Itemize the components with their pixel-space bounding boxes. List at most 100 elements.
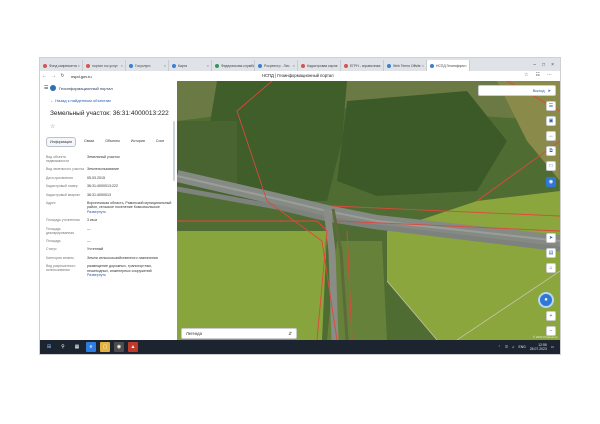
ruler-icon[interactable]: ↔ <box>546 131 556 141</box>
share-icon[interactable]: ⧉ <box>546 146 556 156</box>
task-view-icon[interactable]: ▦ <box>72 342 82 352</box>
notifications-icon[interactable]: ▭ <box>551 345 554 349</box>
chat-button[interactable]: ● <box>538 292 554 308</box>
close-tab-icon[interactable]: × <box>207 63 209 68</box>
search-icon[interactable]: ⚲ <box>58 342 68 352</box>
menu-icon[interactable]: ☰ <box>44 85 48 91</box>
chrome-icon[interactable]: ◉ <box>114 342 124 352</box>
satellite-map[interactable] <box>177 81 560 340</box>
property-label: Адрес <box>46 201 56 206</box>
home-icon[interactable]: ⌂ <box>546 263 556 273</box>
property-value-text: 36:31:4000013:222 <box>87 184 118 189</box>
minimize-icon[interactable]: – <box>533 62 536 68</box>
property-value: — <box>87 239 91 243</box>
browser-tab-label: ЕГРН - справочная <box>350 63 381 68</box>
layers-icon[interactable]: ☰ <box>546 101 556 111</box>
extensions-icon[interactable]: ☷ <box>536 72 540 78</box>
browser-tab[interactable]: Карта × <box>169 60 212 71</box>
locate-arrow-icon[interactable]: ➤ <box>546 233 556 243</box>
volume-icon[interactable]: ♫ <box>512 345 515 349</box>
object-tab[interactable]: История <box>128 137 148 147</box>
car-icon[interactable]: □ <box>546 161 556 171</box>
browser-tab[interactable]: ЕГРН - справочная × <box>341 60 384 71</box>
windows-start-icon[interactable]: ⊞ <box>44 342 54 352</box>
chevron-updown-icon: ⇵ <box>288 330 292 336</box>
property-label: Вид объекта недвижимости <box>46 155 69 164</box>
clock[interactable]: 12:55 28.07.2023 <box>530 343 547 351</box>
favorites-icon[interactable]: ☆ <box>524 72 528 78</box>
close-tab-icon[interactable]: × <box>250 63 252 68</box>
close-icon[interactable]: × <box>551 62 554 68</box>
print-icon[interactable]: ▣ <box>546 116 556 126</box>
browser-tab[interactable]: НСПД Геоинформ × <box>427 60 470 71</box>
property-value: размещение дорожных, транспортных, пешех… <box>87 264 174 277</box>
exit-icon: ➤ <box>547 88 551 93</box>
legend-dropdown[interactable]: Легенда ⇵ <box>181 328 297 339</box>
close-tab-icon[interactable]: × <box>465 63 467 68</box>
browser-tab[interactable]: Кадастровая карта × <box>298 60 341 71</box>
favorite-star-icon[interactable]: ☆ <box>50 123 55 130</box>
browser-tab[interactable]: Росреестр - Лич × <box>255 60 298 71</box>
map-layers-icon[interactable]: ▤ <box>546 248 556 258</box>
property-value-text: Земельный участок <box>87 155 120 159</box>
close-tab-icon[interactable]: × <box>422 63 424 68</box>
window-controls: – □ × <box>533 58 560 71</box>
menu-dots-icon[interactable]: ⋯ <box>547 72 552 78</box>
property-label: Площадь декларированная <box>46 226 74 235</box>
expand-link[interactable]: Развернуть <box>87 210 106 214</box>
url-field[interactable]: nspd.gov.ru <box>71 74 92 79</box>
browser-tab-label: Росреестр - Лич <box>264 63 290 68</box>
panel-scrollbar[interactable] <box>173 121 175 181</box>
browser-tab-label: Госуслуги <box>135 63 151 68</box>
object-tab[interactable]: Связи <box>81 137 97 147</box>
object-tab[interactable]: Информация <box>46 137 77 147</box>
portal-brand[interactable]: Геоинформационный портал <box>50 85 113 91</box>
app-icon[interactable]: ▲ <box>128 342 138 352</box>
zoom-in-icon[interactable]: + <box>546 311 556 321</box>
property-label: Статус <box>46 247 57 252</box>
property-value-text: 36:31:4000013 <box>87 192 111 197</box>
tray-arrow-icon[interactable]: ⌃ <box>498 345 501 349</box>
map-view[interactable]: Выход ➤ ☰ ▣ ↔ ⧉ □ ◉ ➤ ▤ ⌂ ● + − Легенда … <box>177 81 560 340</box>
close-tab-icon[interactable]: × <box>78 63 80 68</box>
exit-button[interactable]: Выход ➤ <box>478 85 556 96</box>
browser-tab[interactable]: Web Terms Offsite × <box>384 60 427 71</box>
object-tab[interactable]: Объекты <box>102 137 123 147</box>
tab-favicon-icon <box>215 63 219 68</box>
object-tabs: Информация Связи Объекты История Сосе <box>46 137 176 147</box>
property-value-text: 05.03.2015 <box>87 175 105 180</box>
property-row: Площадь декларированная — <box>46 227 174 235</box>
property-value: Земельный участок <box>87 155 120 163</box>
forward-arrow-icon[interactable]: → <box>49 73 58 79</box>
exit-label: Выход <box>532 88 545 93</box>
info-icon[interactable]: ◉ <box>546 177 556 187</box>
browser-tab[interactable]: Федеральная служба × <box>212 60 255 71</box>
file-explorer-icon[interactable]: ▢ <box>100 342 110 352</box>
property-row: Кадастровый номер 36:31:4000013:222 <box>46 184 174 188</box>
reload-icon[interactable]: ↻ <box>58 73 67 79</box>
close-tab-icon[interactable]: × <box>164 63 166 68</box>
object-tab[interactable]: Сосе <box>153 137 167 147</box>
expand-link[interactable]: Развернуть <box>87 273 106 277</box>
browser-tab[interactable]: Фонд капремонта × <box>40 60 83 71</box>
browser-tab[interactable]: Госуслуги × <box>126 60 169 71</box>
portal-logo-icon <box>50 85 56 91</box>
property-value: Воронежская область, Рамонский муниципал… <box>87 201 174 214</box>
browser-tab[interactable]: портал гос.услуг × <box>83 60 126 71</box>
object-info-panel: ☰ Геоинформационный портал ← Назад к най… <box>40 81 178 340</box>
back-arrow-icon[interactable]: ← <box>40 73 49 79</box>
network-icon[interactable]: ☰ <box>505 345 508 349</box>
edge-browser-icon[interactable]: e <box>86 342 96 352</box>
close-tab-icon[interactable]: × <box>336 63 338 68</box>
property-label: Вид земельного участка <box>46 167 85 172</box>
back-to-results-link[interactable]: ← Назад к найденным объектам <box>50 98 111 103</box>
property-value: Землепользование <box>87 167 119 171</box>
close-tab-icon[interactable]: × <box>293 63 295 68</box>
close-tab-icon[interactable]: × <box>121 63 123 68</box>
property-row: Вид разрешенного использования размещение… <box>46 264 174 277</box>
language-indicator[interactable]: ENG <box>518 345 525 349</box>
browser-tab-label: Фонд капремонта <box>49 63 77 68</box>
close-tab-icon[interactable]: × <box>379 63 381 68</box>
property-value-text: — <box>87 226 91 231</box>
maximize-icon[interactable]: □ <box>542 62 545 68</box>
